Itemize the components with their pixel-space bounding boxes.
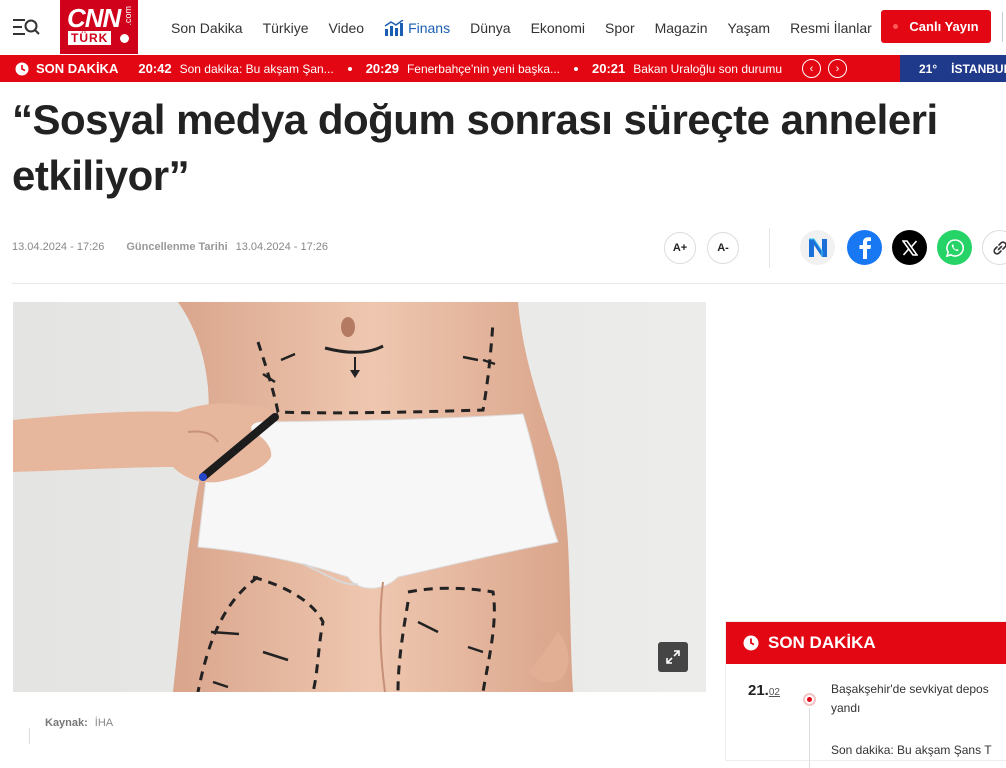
main-nav: Son Dakika Türkiye Video Finans Dünya Ek… [161,0,882,55]
nav-finans-label: Finans [408,19,451,36]
x-icon[interactable] [892,230,927,265]
link-icon[interactable] [982,230,1006,265]
clock-icon [15,62,29,75]
ticker-text: Fenerbahçe'nin yeni başka... [406,61,560,76]
ticker-time: 20:42 [138,61,172,76]
son-dakika-header[interactable]: SON DAKİKA [726,622,1006,664]
sd-item1-line1: Başakşehir'de sevkiyat depos [831,682,989,696]
live-stream-button[interactable]: Canlı Yayın [881,10,991,43]
chevron-right-icon[interactable]: › [828,59,848,78]
cnn-turk-logo[interactable]: CNN TÜRK .com [60,0,138,54]
nav-turkiye[interactable]: Türkiye [263,20,309,36]
weather-widget[interactable]: 21° İSTANBUL [900,55,1006,82]
source-divider [29,728,30,744]
article-source: Kaynak: İHA [45,717,113,729]
updated-label: Güncellenme Tarihi [126,241,228,253]
meta-divider [769,228,770,268]
ticker-time: 20:21 [592,61,626,76]
updated-date: 13.04.2024 - 17:26 [235,241,328,253]
logo-com-text: .com [123,6,133,26]
ticker-text: Son dakika: Bu akşam Şan... [179,61,334,76]
site-header: CNN TÜRK .com Son Dakika Türkiye Video F… [0,0,1006,55]
nav-magazin[interactable]: Magazin [655,20,708,36]
newsletter-icon[interactable] [800,230,835,265]
expand-icon [666,650,680,664]
breaking-news-ticker: SON DAKİKA 20:42 Son dakika: Bu akşam Şa… [0,55,900,82]
finans-chart-icon [384,19,404,36]
published-date: 13.04.2024 - 17:26 [12,241,105,253]
son-dakika-date: 21.02 [748,682,808,699]
live-stream-label: Canlı Yayın [909,19,979,34]
son-dakika-panel: SON DAKİKA 21.02 Başakşehir'de sevkiyat … [725,621,1006,768]
nav-video[interactable]: Video [329,20,365,36]
ticker-item[interactable]: 20:29 Fenerbahçe'nin yeni başka... [366,61,560,76]
header-divider [1002,12,1003,42]
logo-turk-text: TÜRK [68,31,112,45]
meta-rule [12,283,1006,284]
son-dakika-item[interactable]: Başakşehir'de sevkiyat depos yandı [831,680,1006,718]
logo-dot [120,34,129,43]
live-dot-icon [893,24,899,29]
timeline-dot-icon [803,693,816,706]
weather-city: İSTANBUL [951,61,1006,76]
ticker-text: Bakan Uraloğlu son durumu [633,61,783,76]
source-label: Kaynak: [45,717,88,729]
ticker-separator [574,66,578,71]
nav-yasam[interactable]: Yaşam [728,20,771,36]
nav-resmi-ilanlar[interactable]: Resmi İlanlar [790,20,872,36]
article-title-line2: etkiliyor” [12,152,190,199]
nav-finans[interactable]: Finans [384,19,451,36]
facebook-icon[interactable] [847,230,882,265]
article-meta: 13.04.2024 - 17:26 Güncellenme Tarihi 13… [12,241,328,253]
breaking-label: SON DAKİKA [36,61,119,76]
font-increase-button[interactable]: A+ [664,232,696,264]
ticker-separator [347,66,352,71]
font-decrease-button[interactable]: A- [707,232,739,264]
nav-dunya[interactable]: Dünya [470,20,510,36]
weather-temp: 21° [919,61,938,76]
ticker-item[interactable]: 20:21 Bakan Uraloğlu son durumu [592,61,782,76]
article-title: “Sosyal medya doğum sonrası süreçte anne… [12,92,1006,204]
sd-item1-line2: yandı [831,701,861,715]
source-value: İHA [94,717,114,729]
menu-search-icon[interactable] [12,15,40,39]
whatsapp-icon[interactable] [937,230,972,265]
clock-icon [743,635,759,651]
ticker-item[interactable]: 20:42 Son dakika: Bu akşam Şan... [138,61,333,76]
article-hero-image[interactable] [13,302,706,692]
expand-image-button[interactable] [658,642,688,672]
article-title-line1: “Sosyal medya doğum sonrası süreçte anne… [12,96,938,143]
ticker-arrows: ‹ › [802,59,854,78]
ticker-time: 20:29 [365,61,399,76]
nav-son-dakika[interactable]: Son Dakika [171,20,243,36]
chevron-left-icon[interactable]: ‹ [802,59,822,78]
nav-spor[interactable]: Spor [605,20,635,36]
son-dakika-title: SON DAKİKA [768,633,876,652]
sd-month: 02 [768,687,780,698]
logo-cnn-text: CNN [67,3,121,33]
hero-illustration [13,302,706,692]
sd-day: 21. [748,682,769,699]
timeline-line [809,708,810,768]
nav-ekonomi[interactable]: Ekonomi [531,20,585,36]
